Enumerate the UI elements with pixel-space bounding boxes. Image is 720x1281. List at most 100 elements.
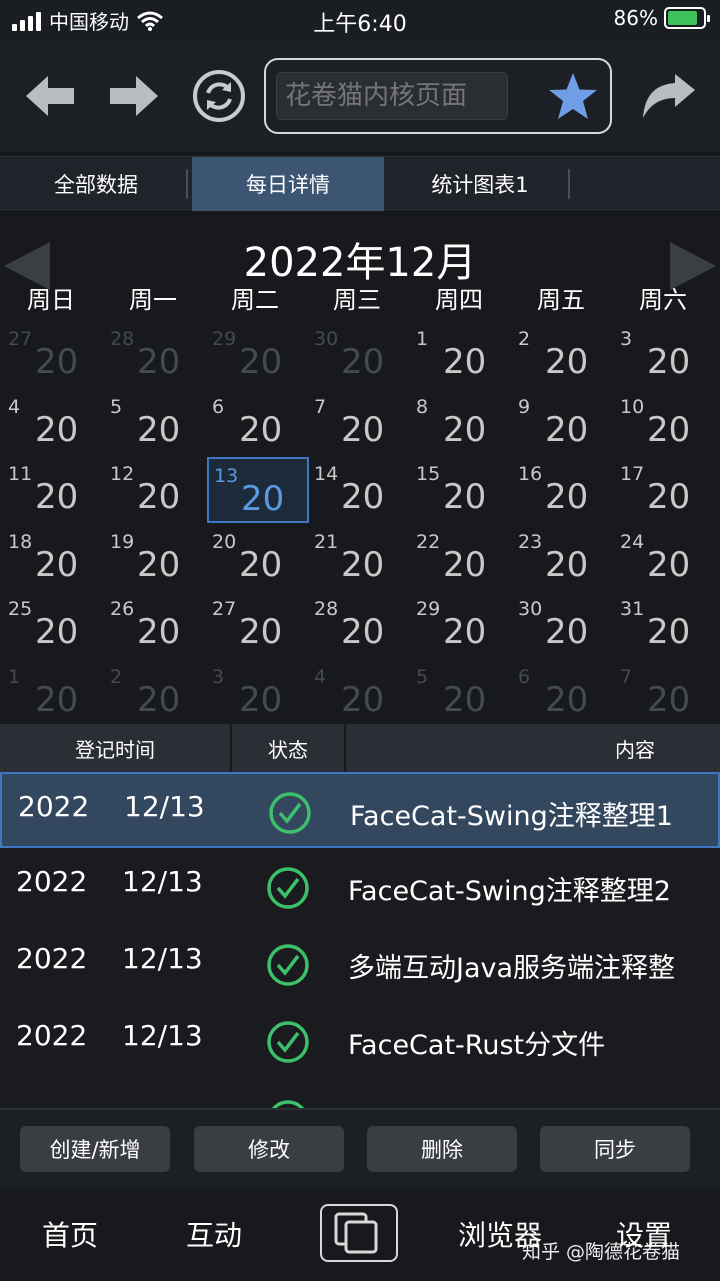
column-header-content[interactable]: 内容 [560, 724, 710, 772]
calendar-day[interactable]: 7 20 [615, 660, 717, 726]
table-row[interactable]: 2022 12/13 FaceCat-Rust分文件 [0, 1003, 720, 1079]
calendar-day[interactable]: 14 20 [309, 457, 411, 523]
edit-button[interactable]: 修改 [194, 1126, 344, 1172]
day-value: 20 [35, 612, 79, 652]
day-value: 20 [545, 612, 589, 652]
url-input[interactable] [276, 72, 508, 120]
calendar-day[interactable]: 12 20 [105, 457, 207, 523]
calendar-day[interactable]: 6 20 [207, 390, 309, 456]
calendar-day[interactable]: 27 20 [207, 592, 309, 658]
row-date: 12/13 [122, 942, 203, 975]
calendar-day[interactable]: 30 20 [513, 592, 615, 658]
arrow-left-icon [26, 76, 74, 116]
star-icon[interactable] [546, 70, 600, 124]
calendar-day[interactable]: 18 20 [3, 525, 105, 591]
day-number: 14 [314, 463, 339, 485]
day-value: 20 [545, 544, 589, 585]
day-number: 4 [314, 665, 327, 688]
calendar-day[interactable]: 25 20 [3, 592, 105, 658]
sync-button[interactable]: 同步 [540, 1126, 690, 1172]
column-header-status[interactable]: 状态 [232, 724, 344, 772]
calendar-day-selected[interactable]: 13 20 [207, 457, 309, 523]
weekday-label: 周日 [27, 286, 75, 314]
column-header-time[interactable]: 登记时间 [0, 724, 230, 772]
nav-interact[interactable]: 互动 [186, 1214, 242, 1254]
nav-home[interactable]: 首页 [42, 1214, 98, 1254]
calendar-day[interactable]: 20 20 [207, 525, 309, 591]
calendar-day[interactable]: 30 20 [309, 322, 411, 388]
calendar-day[interactable]: 3 20 [207, 660, 309, 726]
day-number: 29 [212, 328, 237, 350]
day-value: 20 [443, 679, 487, 720]
tab-stats-chart[interactable]: 统计图表1 [384, 157, 576, 211]
calendar-day[interactable]: 10 20 [615, 390, 717, 456]
day-value: 20 [545, 477, 589, 517]
refresh-button[interactable] [188, 64, 250, 128]
clock: 上午6:40 [313, 12, 407, 37]
check-circle-icon [267, 944, 309, 986]
bottom-nav: 首页 互动 浏览器 设置 [0, 1188, 720, 1281]
calendar-day[interactable]: 29 20 [207, 322, 309, 388]
calendar-day[interactable]: 19 20 [105, 525, 207, 591]
calendar-day[interactable]: 1 20 [3, 660, 105, 726]
calendar-day[interactable]: 17 20 [615, 457, 717, 523]
table-row[interactable]: 2022 12/13 FaceCat-Swing注释整理1 [0, 772, 720, 848]
calendar-day[interactable]: 23 20 [513, 525, 615, 591]
windows-button[interactable] [320, 1204, 398, 1262]
day-number: 8 [416, 395, 429, 418]
calendar-day[interactable]: 1 20 [411, 322, 513, 388]
calendar-day[interactable]: 7 20 [309, 390, 411, 456]
forward-button[interactable] [102, 64, 166, 128]
delete-button[interactable]: 删除 [367, 1126, 517, 1172]
calendar-day[interactable]: 8 20 [411, 390, 513, 456]
calendar-day[interactable]: 4 20 [3, 390, 105, 456]
calendar-day[interactable]: 5 20 [105, 390, 207, 456]
day-number: 9 [518, 395, 531, 418]
calendar-day[interactable]: 29 20 [411, 592, 513, 658]
day-value: 20 [341, 342, 385, 382]
back-button[interactable] [18, 64, 82, 128]
calendar-day[interactable]: 22 20 [411, 525, 513, 591]
day-value: 20 [443, 409, 487, 450]
table-row[interactable]: 2022 12/13 多端互动Java服务端注释整 [0, 926, 720, 1002]
row-date: 12/13 [124, 790, 205, 823]
day-number: 6 [518, 665, 531, 688]
day-value: 20 [35, 477, 79, 517]
calendar-day[interactable]: 9 20 [513, 390, 615, 456]
calendar-day[interactable]: 31 20 [615, 592, 717, 658]
day-number: 26 [110, 598, 135, 620]
calendar-day[interactable]: 28 20 [105, 322, 207, 388]
calendar-day[interactable]: 2 20 [105, 660, 207, 726]
day-value: 20 [35, 409, 79, 450]
calendar-day[interactable]: 2 20 [513, 322, 615, 388]
create-button[interactable]: 创建/新增 [20, 1126, 170, 1172]
calendar-day[interactable]: 28 20 [309, 592, 411, 658]
calendar-day[interactable]: 26 20 [105, 592, 207, 658]
tab-all-data[interactable]: 全部数据 [0, 157, 192, 211]
day-number: 6 [212, 395, 225, 418]
table-row[interactable] [0, 1082, 720, 1108]
calendar-day[interactable]: 6 20 [513, 660, 615, 726]
table-row[interactable]: 2022 12/13 FaceCat-Swing注释整理2 [0, 849, 720, 925]
day-number: 1 [416, 328, 429, 350]
calendar-day[interactable]: 16 20 [513, 457, 615, 523]
day-value: 20 [545, 342, 589, 382]
calendar-day[interactable]: 24 20 [615, 525, 717, 591]
share-button[interactable] [636, 64, 700, 128]
day-value: 20 [239, 409, 283, 450]
day-value: 20 [239, 679, 283, 720]
day-number: 4 [8, 395, 21, 418]
day-number: 15 [416, 463, 441, 485]
column-divider [344, 724, 346, 772]
calendar-day[interactable]: 5 20 [411, 660, 513, 726]
calendar-day[interactable]: 11 20 [3, 457, 105, 523]
calendar-day[interactable]: 15 20 [411, 457, 513, 523]
calendar-day[interactable]: 3 20 [615, 322, 717, 388]
day-number: 7 [620, 665, 633, 688]
day-value: 20 [239, 612, 283, 652]
calendar-day[interactable]: 4 20 [309, 660, 411, 726]
calendar-day[interactable]: 21 20 [309, 525, 411, 591]
tab-daily-details[interactable]: 每日详情 [192, 157, 384, 211]
day-value: 20 [647, 477, 691, 517]
calendar-day[interactable]: 27 20 [3, 322, 105, 388]
